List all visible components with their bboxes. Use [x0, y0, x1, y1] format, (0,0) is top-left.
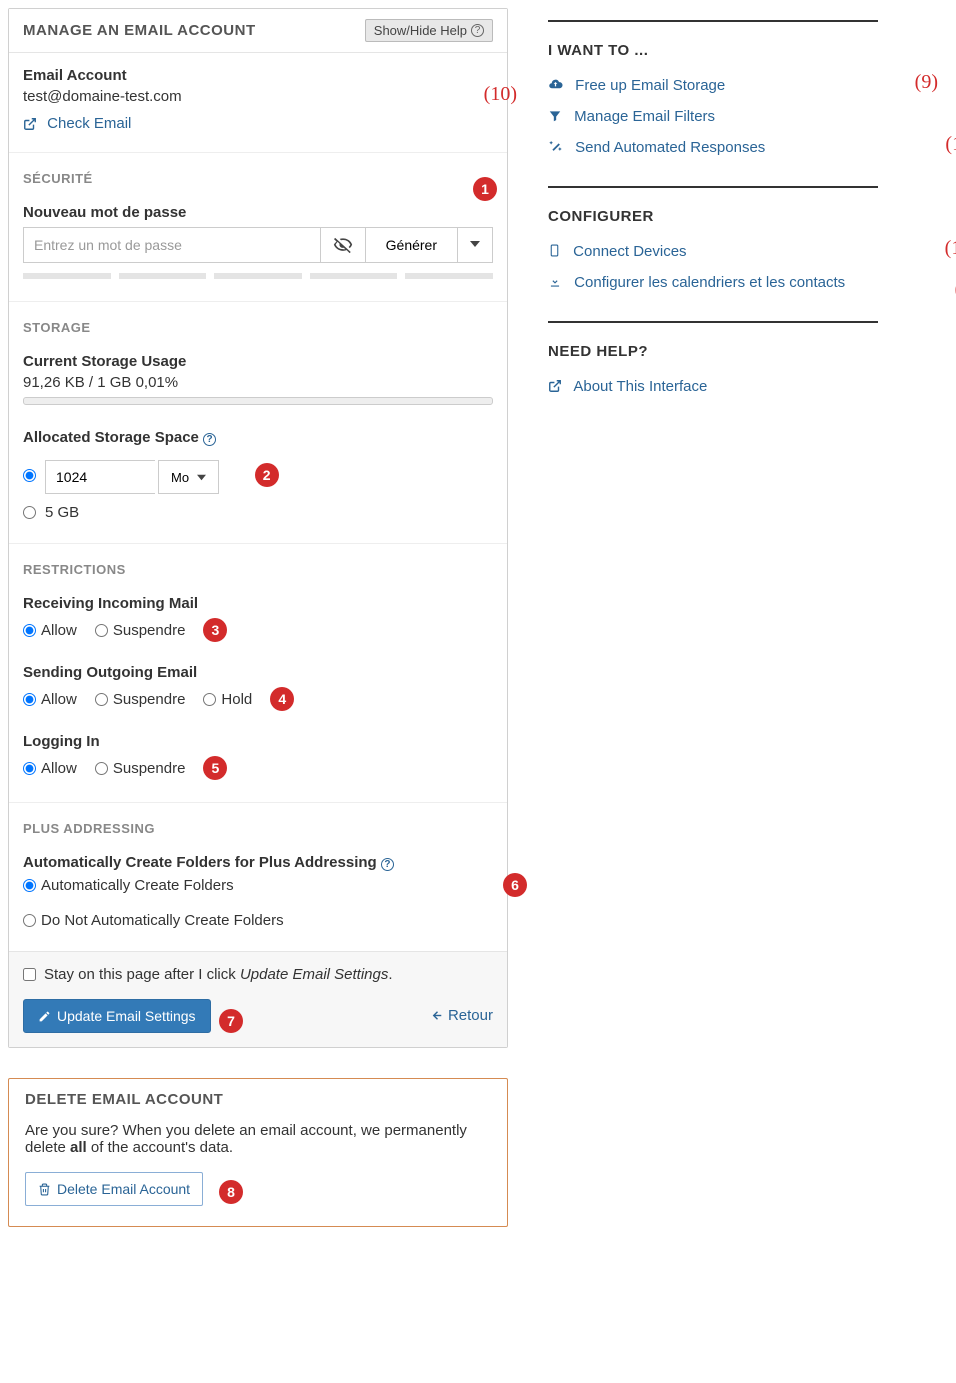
manage-filters-link[interactable]: Manage Email Filters: [548, 108, 878, 125]
new-password-label: Nouveau mot de passe: [23, 204, 493, 221]
external-link-icon: [548, 379, 562, 393]
annotation-5: 5: [203, 756, 227, 780]
free-up-storage-link[interactable]: Free up Email Storage (9): [548, 77, 878, 94]
caret-down-icon: [197, 473, 206, 482]
annotation-2: 2: [255, 463, 279, 487]
check-email-link[interactable]: Check Email: [23, 115, 131, 132]
annotation-4: 4: [270, 687, 294, 711]
magic-wand-icon: [548, 139, 563, 154]
login-suspend[interactable]: Suspendre: [95, 760, 186, 777]
security-heading: SÉCURITÉ: [23, 171, 493, 186]
retour-link[interactable]: Retour: [431, 1007, 493, 1024]
radio-5gb[interactable]: [23, 506, 36, 519]
storage-progress-bar: [23, 397, 493, 405]
storage-usage-label: Current Storage Usage: [23, 353, 493, 370]
help-icon[interactable]: ?: [203, 433, 216, 446]
annotation-10: (10): [484, 83, 517, 106]
storage-size-input[interactable]: [45, 460, 155, 494]
generate-password-dropdown-button[interactable]: [457, 227, 493, 263]
pencil-icon: [38, 1010, 51, 1023]
password-strength-meter: [23, 273, 493, 279]
outgoing-allow[interactable]: Allow: [23, 691, 77, 708]
cloud-up-icon: [548, 77, 563, 92]
delete-heading: DELETE EMAIL ACCOUNT: [25, 1091, 491, 1108]
help-icon: ?: [471, 24, 484, 37]
delete-email-account-button[interactable]: Delete Email Account: [25, 1172, 203, 1206]
configure-heading: CONFIGURER: [548, 208, 878, 225]
configure-calendars-link[interactable]: Configurer les calendriers et les contac…: [548, 274, 878, 291]
storage-unit-dropdown[interactable]: Mo: [158, 460, 219, 494]
caret-down-icon: [470, 239, 480, 249]
login-allow[interactable]: Allow: [23, 760, 77, 777]
plus-no-auto[interactable]: Do Not Automatically Create Folders: [23, 912, 284, 929]
outgoing-hold[interactable]: Hold: [203, 691, 252, 708]
toggle-password-visibility-button[interactable]: [320, 227, 365, 263]
outgoing-suspend[interactable]: Suspendre: [95, 691, 186, 708]
email-account-value: test@domaine-test.com: [23, 88, 493, 105]
external-link-icon: [23, 117, 37, 131]
annotation-1: 1: [473, 177, 497, 201]
storage-usage-value: 91,26 KB / 1 GB 0,01%: [23, 374, 493, 391]
update-email-settings-button[interactable]: Update Email Settings: [23, 999, 211, 1033]
need-help-heading: NEED HELP?: [548, 343, 878, 360]
outgoing-label: Sending Outgoing Email: [23, 664, 493, 681]
about-interface-link[interactable]: About This Interface: [548, 378, 878, 395]
annotation-6: 6: [503, 873, 527, 897]
incoming-label: Receiving Incoming Mail: [23, 595, 493, 612]
automated-responses-link[interactable]: Send Automated Responses (11): [548, 139, 878, 156]
incoming-allow[interactable]: Allow: [23, 622, 77, 639]
show-hide-help-button[interactable]: Show/Hide Help ?: [365, 19, 493, 42]
annotation-7: 7: [219, 1009, 243, 1033]
trash-icon: [38, 1183, 51, 1196]
login-label: Logging In: [23, 733, 493, 750]
eye-off-icon: [333, 235, 353, 255]
incoming-suspend[interactable]: Suspendre: [95, 622, 186, 639]
email-account-label: Email Account: [23, 67, 493, 84]
allocated-storage-label: Allocated Storage Space: [23, 429, 199, 446]
stay-on-page-checkbox[interactable]: [23, 968, 36, 981]
plus-auto-create[interactable]: Automatically Create Folders: [23, 877, 234, 894]
password-input[interactable]: [23, 227, 320, 263]
plus-label: Automatically Create Folders for Plus Ad…: [23, 854, 377, 871]
annotation-11: (11): [945, 133, 956, 156]
mobile-icon: [548, 243, 561, 258]
arrow-left-icon: [431, 1009, 444, 1022]
delete-warning-text: Are you sure? When you delete an email a…: [25, 1122, 491, 1156]
annotation-8: 8: [219, 1180, 243, 1204]
want-to-heading: I WANT TO ...: [548, 42, 878, 59]
filter-icon: [548, 109, 562, 123]
radio-5gb-label: 5 GB: [45, 504, 79, 521]
restrictions-heading: RESTRICTIONS: [23, 562, 493, 577]
plus-heading: PLUS ADDRESSING: [23, 821, 493, 836]
generate-password-button[interactable]: Générer: [365, 227, 457, 263]
annotation-12: (12): [945, 237, 956, 260]
annotation-9: (9): [915, 71, 938, 94]
stay-on-page-label: Stay on this page after I click Update E…: [44, 966, 393, 983]
annotation-3: 3: [203, 618, 227, 642]
storage-heading: STORAGE: [23, 320, 493, 335]
download-icon: [548, 275, 562, 289]
radio-custom-size[interactable]: [23, 469, 36, 482]
help-icon[interactable]: ?: [381, 858, 394, 871]
panel-title: MANAGE AN EMAIL ACCOUNT: [23, 22, 256, 39]
connect-devices-link[interactable]: Connect Devices (12): [548, 243, 878, 260]
